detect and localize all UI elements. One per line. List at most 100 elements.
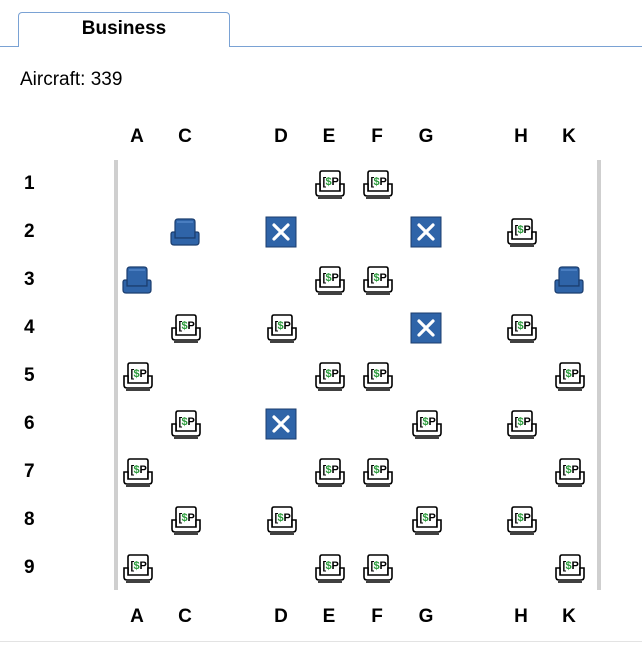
row-label-3: 3 — [24, 269, 35, 290]
seat-2c[interactable] — [168, 216, 202, 248]
column-label-top-a: A — [130, 126, 144, 147]
seat-2h[interactable]: [$ P — [504, 216, 538, 248]
seat-8g[interactable]: [$ P — [409, 504, 443, 536]
svg-text:P: P — [332, 368, 339, 380]
seat-8h[interactable]: [$ P — [504, 504, 538, 536]
column-label-bottom-d: D — [274, 606, 288, 627]
occupied-seat-icon — [120, 264, 154, 296]
paid-seat-icon: [$ P — [552, 552, 586, 584]
svg-text:P: P — [284, 512, 291, 524]
seat-4d[interactable]: [$ P — [264, 312, 298, 344]
cabin-wall-left — [114, 160, 118, 590]
bottom-divider — [0, 641, 642, 642]
svg-text:P: P — [284, 320, 291, 332]
column-label-top-f: F — [371, 126, 383, 147]
paid-seat-icon: [$ P — [360, 360, 394, 392]
paid-seat-icon: [$ P — [552, 456, 586, 488]
paid-seat-icon: [$ P — [264, 504, 298, 536]
column-label-bottom-h: H — [514, 606, 528, 627]
seat-9a[interactable]: [$ P — [120, 552, 154, 584]
seat-5e[interactable]: [$ P — [312, 360, 346, 392]
seat-9k[interactable]: [$ P — [552, 552, 586, 584]
column-label-top-e: E — [322, 126, 336, 147]
seat-3a[interactable] — [120, 264, 154, 296]
paid-seat-icon: [$ P — [264, 312, 298, 344]
seat-1e[interactable]: [$ P — [312, 168, 346, 200]
seat-3e[interactable]: [$ P — [312, 264, 346, 296]
seat-4h[interactable]: [$ P — [504, 312, 538, 344]
seat-8d[interactable]: [$ P — [264, 504, 298, 536]
svg-text:P: P — [572, 464, 579, 476]
row-label-2: 2 — [24, 221, 35, 242]
svg-text:P: P — [188, 416, 195, 428]
row-label-8: 8 — [24, 509, 35, 530]
column-label-top-h: H — [514, 126, 528, 147]
column-label-top-c: C — [178, 126, 192, 147]
paid-seat-icon: [$ P — [168, 408, 202, 440]
paid-seat-icon: [$ P — [360, 552, 394, 584]
svg-text:P: P — [188, 512, 195, 524]
column-label-bottom-e: E — [322, 606, 336, 627]
column-label-bottom-f: F — [371, 606, 383, 627]
aircraft-label: Aircraft: 339 — [20, 69, 123, 90]
seat-2d[interactable] — [264, 216, 298, 248]
seat-7a[interactable]: [$ P — [120, 456, 154, 488]
paid-seat-icon: [$ P — [312, 264, 346, 296]
seat-4c[interactable]: [$ P — [168, 312, 202, 344]
paid-seat-icon: [$ P — [504, 216, 538, 248]
blocked-seat-icon — [409, 216, 443, 248]
seat-3k[interactable] — [552, 264, 586, 296]
svg-text:P: P — [572, 368, 579, 380]
svg-text:P: P — [380, 368, 387, 380]
paid-seat-icon: [$ P — [409, 408, 443, 440]
row-label-6: 6 — [24, 413, 35, 434]
seat-5f[interactable]: [$ P — [360, 360, 394, 392]
seat-6g[interactable]: [$ P — [409, 408, 443, 440]
seat-6c[interactable]: [$ P — [168, 408, 202, 440]
paid-seat-icon: [$ P — [409, 504, 443, 536]
paid-seat-icon: [$ P — [120, 360, 154, 392]
seat-2g[interactable] — [409, 216, 443, 248]
column-label-bottom-g: G — [418, 606, 434, 627]
seat-4g[interactable] — [409, 312, 443, 344]
paid-seat-icon: [$ P — [504, 504, 538, 536]
seat-5k[interactable]: [$ P — [552, 360, 586, 392]
seat-7f[interactable]: [$ P — [360, 456, 394, 488]
column-label-bottom-c: C — [178, 606, 192, 627]
paid-seat-icon: [$ P — [360, 456, 394, 488]
seat-7e[interactable]: [$ P — [312, 456, 346, 488]
svg-text:P: P — [332, 560, 339, 572]
svg-text:P: P — [524, 320, 531, 332]
tab-business[interactable]: Business — [18, 12, 230, 47]
svg-text:P: P — [429, 512, 436, 524]
seat-9f[interactable]: [$ P — [360, 552, 394, 584]
seat-9e[interactable]: [$ P — [312, 552, 346, 584]
tab-business-label: Business — [81, 18, 167, 39]
svg-text:P: P — [380, 560, 387, 572]
tab-bar: Business — [0, 0, 642, 47]
svg-text:P: P — [572, 560, 579, 572]
svg-text:P: P — [524, 512, 531, 524]
seat-6d[interactable] — [264, 408, 298, 440]
svg-text:P: P — [524, 416, 531, 428]
seat-7k[interactable]: [$ P — [552, 456, 586, 488]
paid-seat-icon: [$ P — [360, 264, 394, 296]
column-label-top-k: K — [562, 126, 576, 147]
svg-text:P: P — [524, 224, 531, 236]
seat-8c[interactable]: [$ P — [168, 504, 202, 536]
paid-seat-icon: [$ P — [312, 552, 346, 584]
svg-text:P: P — [188, 320, 195, 332]
seat-5a[interactable]: [$ P — [120, 360, 154, 392]
svg-text:P: P — [332, 464, 339, 476]
svg-text:P: P — [332, 176, 339, 188]
seat-1f[interactable]: [$ P — [360, 168, 394, 200]
seat-3f[interactable]: [$ P — [360, 264, 394, 296]
paid-seat-icon: [$ P — [120, 552, 154, 584]
blocked-seat-icon — [264, 408, 298, 440]
paid-seat-icon: [$ P — [168, 504, 202, 536]
paid-seat-icon: [$ P — [312, 456, 346, 488]
occupied-seat-icon — [552, 264, 586, 296]
seat-6h[interactable]: [$ P — [504, 408, 538, 440]
row-label-7: 7 — [24, 461, 35, 482]
paid-seat-icon: [$ P — [120, 456, 154, 488]
